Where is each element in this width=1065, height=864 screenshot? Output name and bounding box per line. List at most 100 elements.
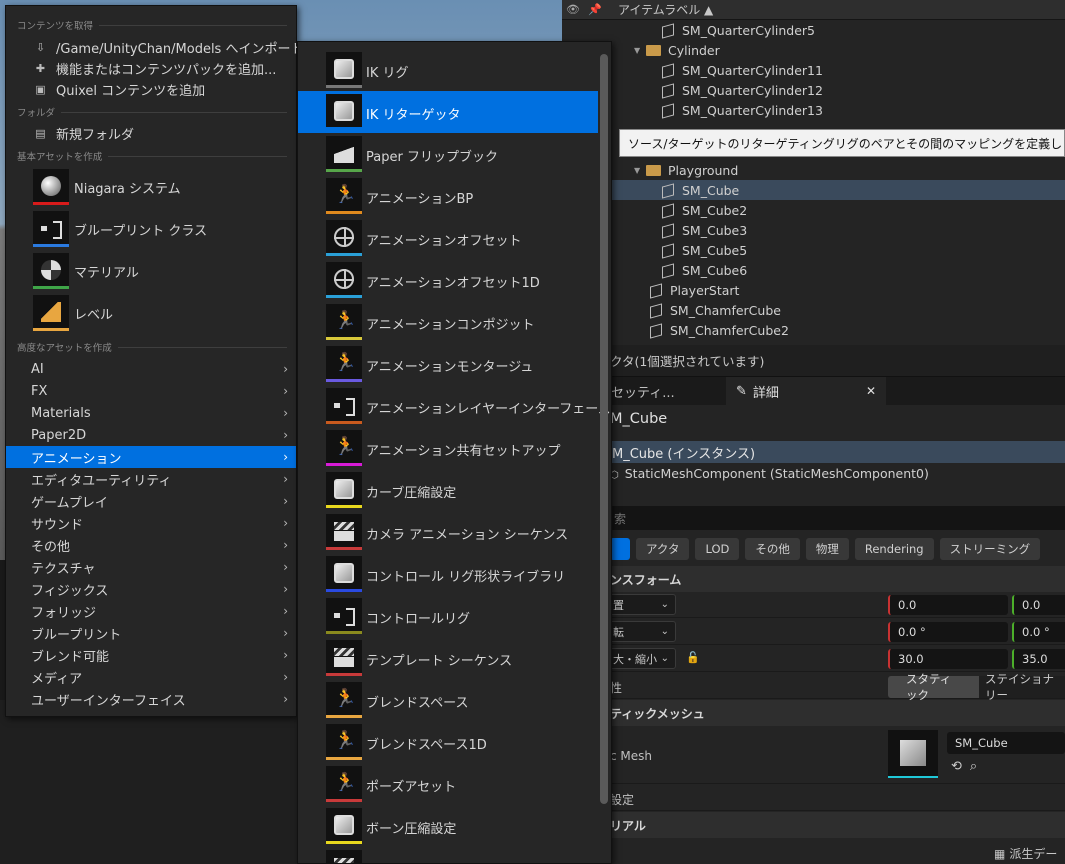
animation-asset-item[interactable]: アニメーションレイヤーインターフェース: [298, 385, 611, 427]
category-menu-item[interactable]: ゲームプレイ ›: [6, 490, 296, 512]
advanced-label[interactable]: 設定: [610, 791, 634, 808]
submenu-scrollbar[interactable]: [600, 54, 608, 804]
basic-asset-item[interactable]: レベル: [6, 292, 296, 334]
derived-data-status[interactable]: ▦ 派生デー: [990, 843, 1065, 864]
category-menu-item[interactable]: AI ›: [6, 358, 296, 380]
category-menu-item[interactable]: メディア ›: [6, 666, 296, 688]
filter-button[interactable]: Rendering: [854, 538, 934, 560]
filter-button[interactable]: ストリーミング: [939, 538, 1041, 560]
category-menu-item[interactable]: エディタユーティリティ ›: [6, 468, 296, 490]
pin-icon[interactable]: 📌: [584, 3, 606, 16]
location-x-field[interactable]: 0.0: [888, 595, 1008, 615]
outliner-column-label[interactable]: アイテムラベル ▲: [606, 1, 713, 18]
category-menu-item[interactable]: フォリッジ ›: [6, 600, 296, 622]
outliner-row[interactable]: SM_Cube2: [562, 200, 1065, 220]
mobility-stationary-button[interactable]: ステイショナリー: [978, 672, 1065, 702]
import-menu-item[interactable]: ⇩ /Game/UnityChan/Models へインポート...: [6, 37, 316, 57]
animation-asset-item[interactable]: 🏃 アニメーション共有セットアップ: [298, 427, 598, 469]
location-y-field[interactable]: 0.0: [1012, 595, 1065, 615]
filter-button[interactable]: 物理: [805, 538, 849, 560]
category-menu-item[interactable]: サウンド ›: [6, 512, 296, 534]
filter-button[interactable]: その他: [745, 538, 800, 560]
static-mesh-section[interactable]: ティックメッシュ: [610, 700, 1065, 726]
outliner-row[interactable]: SM_QuarterCylinder11: [562, 60, 1065, 80]
category-menu-item[interactable]: テクスチャ ›: [6, 556, 296, 578]
tab-details[interactable]: ✎ 詳細 ✕: [726, 377, 886, 405]
category-menu-item[interactable]: ブループリント ›: [6, 622, 296, 644]
animation-asset-item[interactable]: 🏃 アニメーションモンタージュ: [298, 343, 598, 385]
outliner-row[interactable]: SM_QuarterCylinder13: [562, 100, 1065, 120]
outliner-row[interactable]: SM_Cube6: [562, 260, 1065, 280]
animation-asset-item[interactable]: ミラーデータテーブル: [298, 847, 598, 863]
expand-arrow-icon[interactable]: ▼: [634, 46, 646, 55]
new-folder-menu-item[interactable]: ▤ 新規フォルダ: [6, 123, 296, 143]
outliner-row[interactable]: ▼ Playground: [562, 160, 1065, 180]
outliner-row[interactable]: SM_Cube5: [562, 240, 1065, 260]
animation-asset-item[interactable]: コントロールリグ: [298, 595, 598, 637]
lock-icon[interactable]: 🔓: [686, 651, 700, 664]
outliner-row[interactable]: PlayerStart: [562, 280, 1065, 300]
filter-all-button[interactable]: [610, 538, 630, 560]
submenu-scroll-thumb[interactable]: [600, 54, 608, 804]
basic-asset-item[interactable]: Niagara システム: [6, 166, 296, 208]
scale-dropdown[interactable]: 大・縮小 ⌄: [610, 648, 676, 669]
animation-asset-item[interactable]: 🏃 アニメーションコンポジット: [298, 301, 598, 343]
animation-asset-item[interactable]: IK リターゲッタ: [298, 91, 598, 133]
category-menu-item[interactable]: フィジックス ›: [6, 578, 296, 600]
basic-asset-item[interactable]: ブループリント クラス: [6, 208, 296, 250]
rotation-y-field[interactable]: 0.0 °: [1012, 622, 1065, 642]
animation-asset-item[interactable]: ボーン圧縮設定: [298, 805, 598, 847]
animation-asset-item[interactable]: 🏃 ポーズアセット: [298, 763, 598, 805]
category-menu-item[interactable]: Materials ›: [6, 402, 296, 424]
instance-row[interactable]: M_Cube (インスタンス): [610, 441, 1065, 463]
use-selected-icon[interactable]: ⟲: [951, 759, 970, 774]
browse-icon[interactable]: ⌕: [970, 759, 985, 774]
category-menu-item[interactable]: その他 ›: [6, 534, 296, 556]
details-search-input[interactable]: 索: [610, 506, 1065, 530]
scale-x-field[interactable]: 30.0: [888, 649, 1008, 669]
animation-asset-item[interactable]: 🏃 ブレンドスペース1D: [298, 721, 598, 763]
location-dropdown[interactable]: 置 ⌄: [610, 594, 676, 615]
outliner-row[interactable]: SM_ChamferCube: [562, 300, 1065, 320]
outliner-row[interactable]: SM_QuarterCylinder5: [562, 20, 1065, 40]
component-row[interactable]: ⬡ StaticMeshComponent (StaticMeshComponen…: [610, 466, 929, 481]
category-menu-item[interactable]: FX ›: [6, 380, 296, 402]
outliner-row[interactable]: SM_Cube3: [562, 220, 1065, 240]
animation-asset-item[interactable]: カメラ アニメーション シーケンス: [298, 511, 598, 553]
animation-asset-item[interactable]: コントロール リグ形状ライブラリ: [298, 553, 598, 595]
filter-button[interactable]: アクタ: [636, 538, 690, 560]
rotation-x-field[interactable]: 0.0 °: [888, 622, 1008, 642]
filter-button[interactable]: LOD: [695, 538, 740, 560]
object-name[interactable]: M_Cube: [610, 411, 667, 427]
outliner-row-label: SM_QuarterCylinder12: [682, 82, 823, 98]
basic-asset-item[interactable]: マテリアル: [6, 250, 296, 292]
material-section[interactable]: リアル: [610, 812, 1065, 838]
transform-section[interactable]: ンスフォーム: [610, 566, 1065, 592]
expand-arrow-icon[interactable]: ▼: [634, 166, 646, 175]
outliner-row[interactable]: SM_ChamferCube2: [562, 320, 1065, 340]
quixel-menu-item[interactable]: ▣ Quixel コンテンツを追加: [6, 79, 296, 99]
animation-asset-item[interactable]: テンプレート シーケンス: [298, 637, 598, 679]
mobility-static-button[interactable]: スタティック: [888, 672, 979, 702]
animation-asset-item[interactable]: 🏃 アニメーションBP: [298, 175, 598, 217]
animation-asset-item[interactable]: IK リグ: [298, 49, 598, 91]
outliner-row[interactable]: ▼ Cylinder: [562, 40, 1065, 60]
category-menu-item[interactable]: アニメーション ›: [6, 446, 296, 468]
eye-icon[interactable]: 👁: [562, 3, 584, 16]
mesh-thumbnail[interactable]: [888, 730, 938, 778]
static-mesh-picker[interactable]: SM_Cube: [947, 732, 1065, 754]
scale-y-field[interactable]: 35.0: [1012, 649, 1065, 669]
animation-asset-item[interactable]: アニメーションオフセット: [298, 217, 598, 259]
animation-asset-item[interactable]: カーブ圧縮設定: [298, 469, 598, 511]
category-menu-item[interactable]: ユーザーインターフェイス ›: [6, 688, 296, 710]
add-feature-menu-item[interactable]: ✚ 機能またはコンテンツパックを追加...: [6, 58, 296, 78]
category-menu-item[interactable]: Paper2D ›: [6, 424, 296, 446]
outliner-row[interactable]: SM_Cube: [562, 180, 1065, 200]
animation-asset-item[interactable]: Paper フリップブック: [298, 133, 598, 175]
outliner-row[interactable]: SM_QuarterCylinder12: [562, 80, 1065, 100]
category-menu-item[interactable]: ブレンド可能 ›: [6, 644, 296, 666]
animation-asset-item[interactable]: アニメーションオフセット1D: [298, 259, 598, 301]
rotation-dropdown[interactable]: 転 ⌄: [610, 621, 676, 642]
close-icon[interactable]: ✕: [866, 384, 876, 398]
animation-asset-item[interactable]: 🏃 ブレンドスペース: [298, 679, 598, 721]
